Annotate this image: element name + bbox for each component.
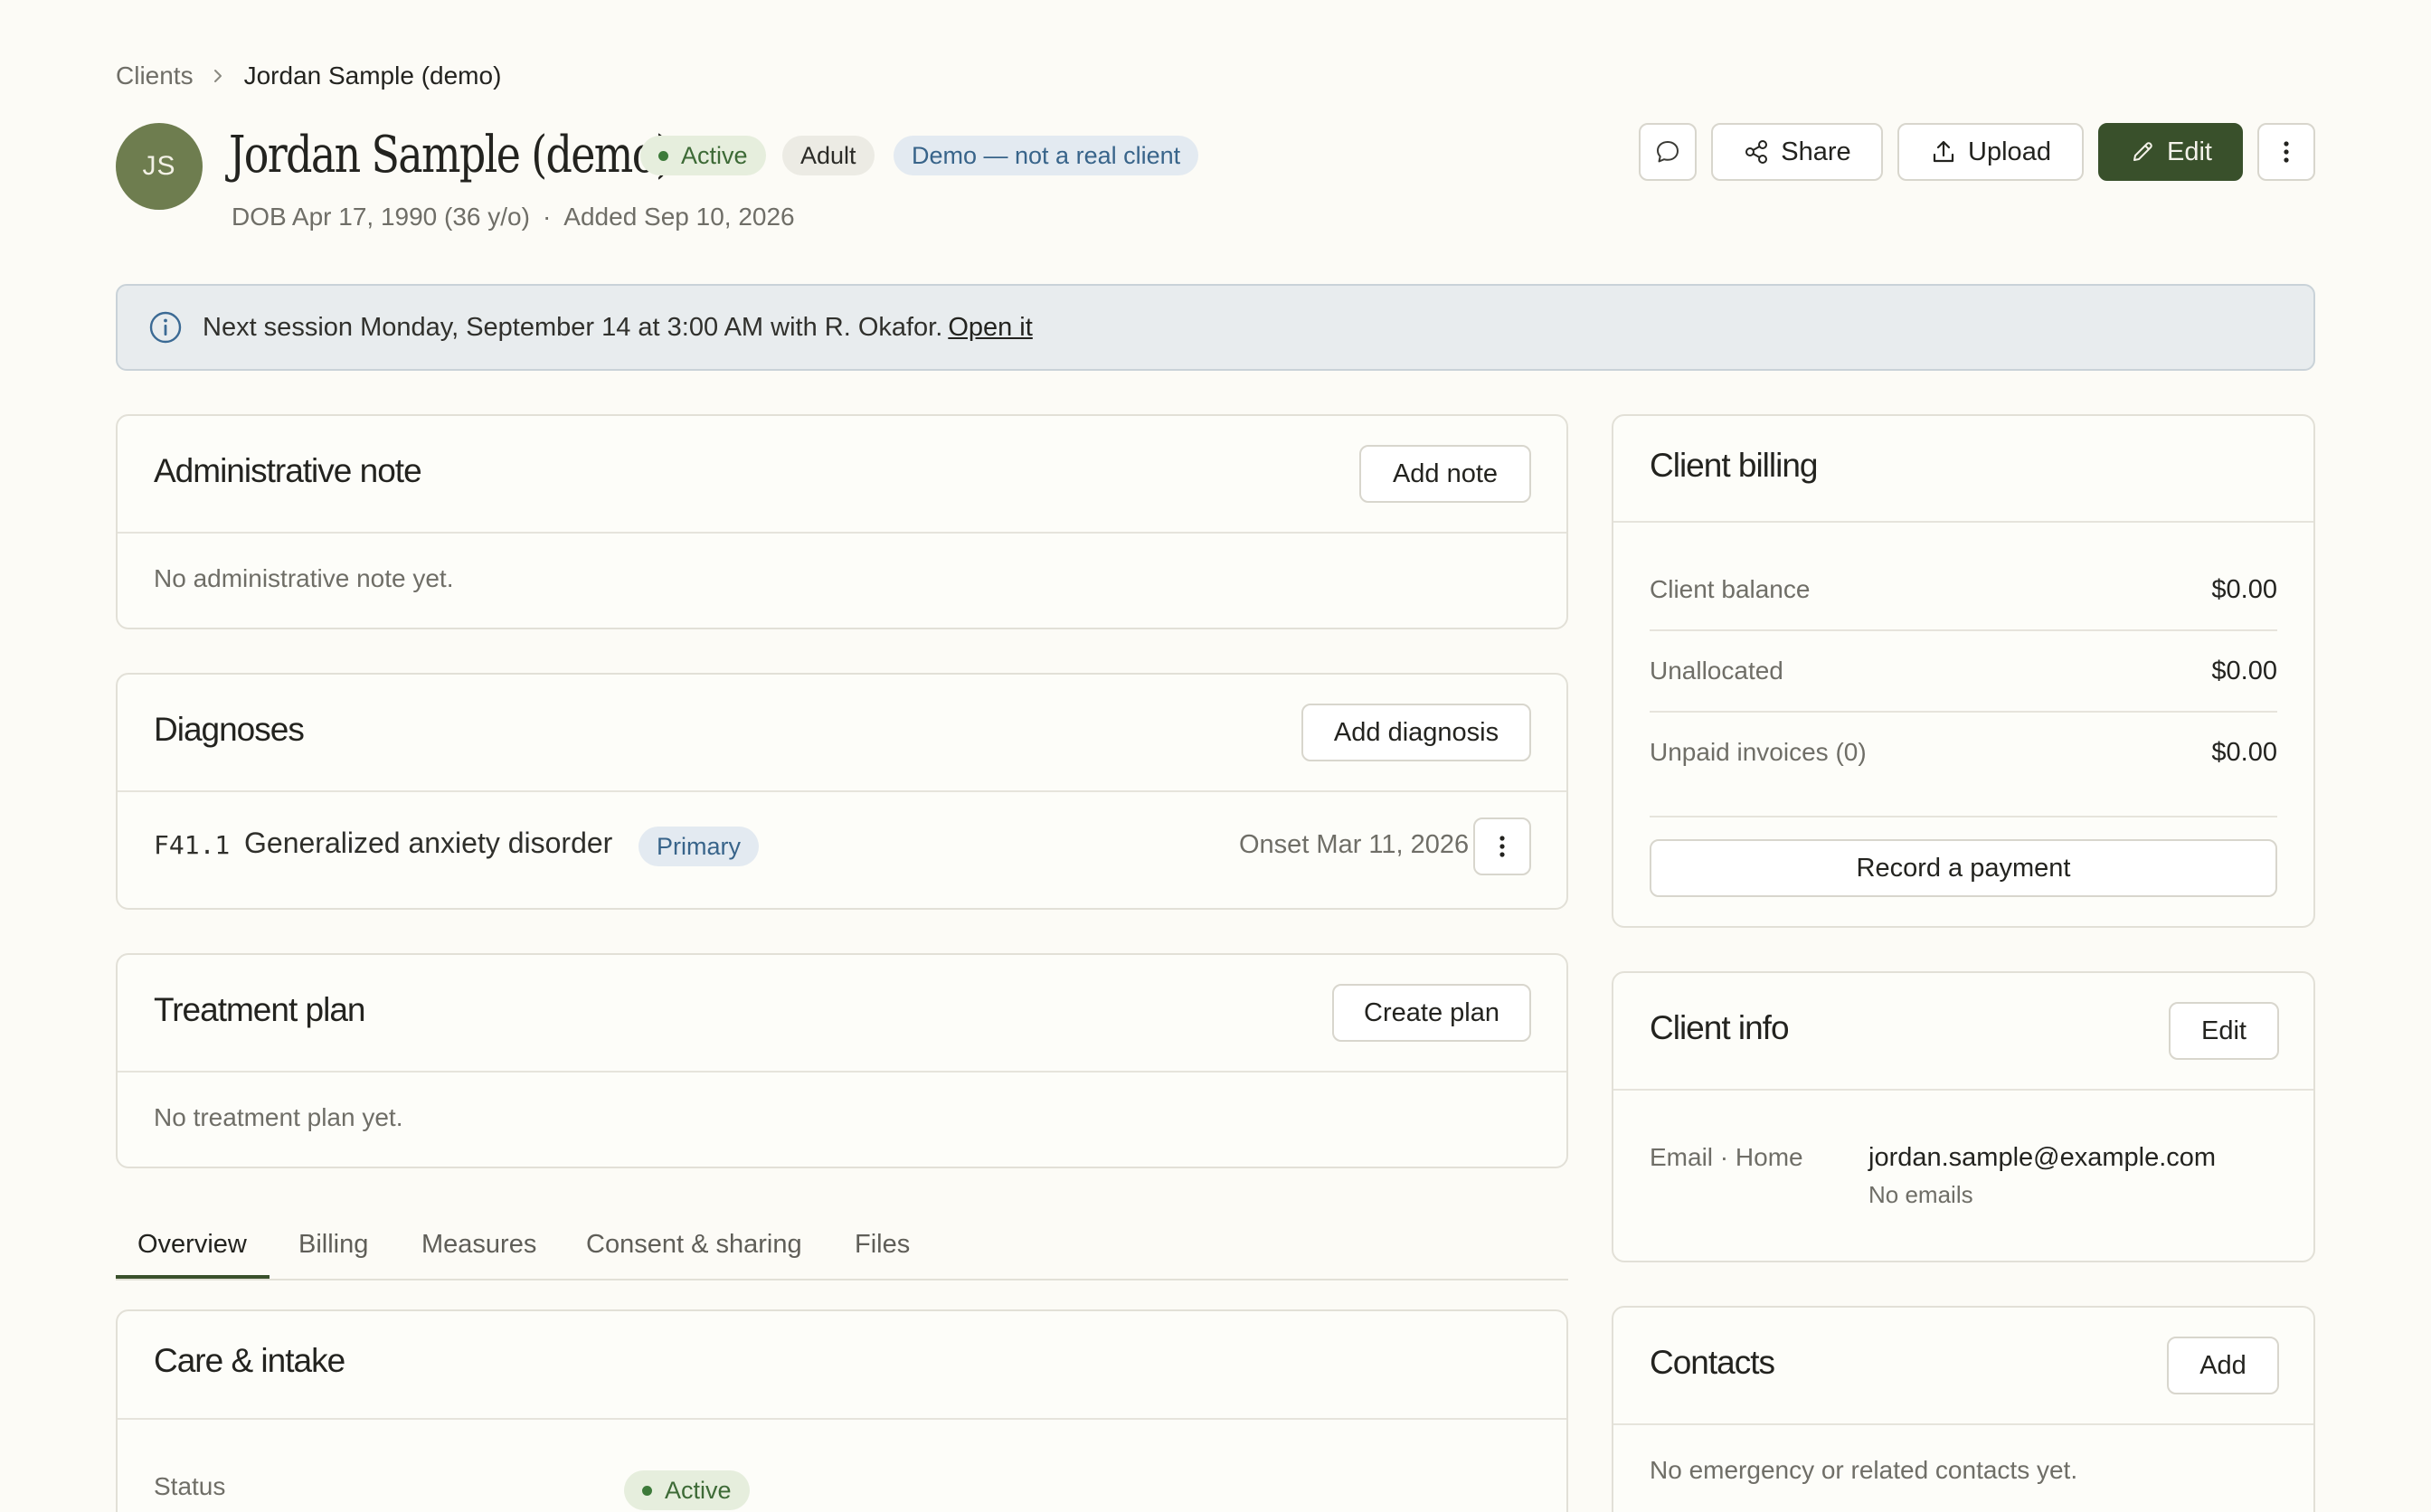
more-vertical-icon (2283, 139, 2290, 165)
demo-badge: Demo — not a real client (894, 136, 1199, 175)
billing-value-unpaid: $0.00 (2211, 738, 2277, 767)
breadcrumb-clients-link[interactable]: Clients (116, 61, 194, 90)
next-session-banner: Next session Monday, September 14 at 3:0… (116, 284, 2315, 371)
age-badge: Adult (782, 136, 875, 175)
contacts-card: Contacts Add No emergency or related con… (1612, 1306, 2315, 1512)
status-badge: Active (640, 136, 766, 175)
status-label: Status (154, 1472, 226, 1500)
care-intake-title: Care & intake (154, 1342, 345, 1379)
tab-consent-sharing[interactable]: Consent & sharing (586, 1230, 802, 1260)
upload-icon (1930, 138, 1957, 165)
billing-label-balance: Client balance (1650, 575, 1811, 603)
treatment-plan-empty: No treatment plan yet. (154, 1103, 403, 1131)
card-header: Contacts Add (1613, 1308, 2313, 1425)
care-status-label: Active (665, 1476, 732, 1504)
client-meta: DOB Apr 17, 1990 (36 y/o) · Added Sep 10, … (232, 203, 795, 232)
share-button[interactable]: Share (1711, 123, 1883, 181)
share-label: Share (1781, 137, 1851, 166)
share-icon (1743, 138, 1770, 165)
care-status-badge: Active (624, 1470, 750, 1510)
email-label: Email · Home (1650, 1143, 1803, 1171)
primary-badge: Primary (638, 827, 759, 866)
diagnoses-card: Diagnoses Add diagnosis F41.1 Generalize… (116, 673, 1568, 910)
info-icon (148, 310, 183, 345)
tab-overview[interactable]: Overview (137, 1230, 247, 1260)
tab-billing[interactable]: Billing (298, 1230, 368, 1260)
card-header: Administrative note Add note (118, 416, 1566, 534)
admin-note-title: Administrative note (154, 452, 422, 489)
card-header: Client info Edit (1613, 973, 2313, 1091)
client-added: Added Sep 10, 2026 (563, 203, 795, 231)
diagnosis-code: F41.1 (154, 830, 231, 860)
treatment-plan-title: Treatment plan (154, 991, 365, 1028)
diagnosis-row: F41.1 Generalized anxiety disorder Prima… (154, 817, 1532, 875)
billing-value-unallocated: $0.00 (2211, 657, 2277, 685)
card-header: Client billing (1613, 416, 2313, 523)
more-actions-button[interactable] (2257, 123, 2315, 181)
breadcrumb: Clients Jordan Sample (demo) (116, 58, 501, 94)
add-diagnosis-button[interactable]: Add diagnosis (1301, 704, 1531, 761)
pencil-icon (2129, 138, 2156, 165)
email-note: No emails (1868, 1181, 1973, 1208)
record-payment-button[interactable]: Record a payment (1650, 839, 2277, 897)
chevron-right-icon (212, 67, 224, 85)
divider (1650, 816, 2277, 817)
page-title: Jordan Sample (demo) (229, 126, 672, 184)
billing-label-unpaid: Unpaid invoices (0) (1650, 738, 1867, 766)
status-dot-icon (658, 150, 668, 161)
client-billing-card: Client billing Client balance $0.00 Unal… (1612, 414, 2315, 928)
contacts-title: Contacts (1650, 1344, 1775, 1381)
tab-files[interactable]: Files (855, 1230, 910, 1260)
edit-client-button[interactable]: Edit (2098, 123, 2243, 181)
upload-label: Upload (1968, 137, 2051, 166)
open-session-link[interactable]: Open it (948, 313, 1033, 343)
card-header: Diagnoses Add diagnosis (118, 675, 1566, 792)
divider (1650, 711, 2277, 713)
diagnoses-title: Diagnoses (154, 711, 305, 748)
diagnosis-onset: Onset Mar 11, 2026 (1239, 830, 1470, 859)
add-note-button[interactable]: Add note (1359, 445, 1531, 503)
billing-title: Client billing (1650, 447, 1818, 484)
admin-note-empty: No administrative note yet. (154, 564, 454, 592)
status-badge-label: Active (681, 141, 748, 169)
create-plan-button[interactable]: Create plan (1332, 984, 1531, 1042)
add-contact-button[interactable]: Add (2167, 1337, 2279, 1394)
avatar: JS (116, 123, 203, 210)
divider (1650, 629, 2277, 631)
diagnosis-menu-button[interactable] (1473, 817, 1531, 875)
edit-label: Edit (2167, 137, 2212, 166)
billing-value-balance: $0.00 (2211, 575, 2277, 604)
client-info-title: Client info (1650, 1009, 1790, 1046)
contacts-empty: No emergency or related contacts yet. (1650, 1456, 2078, 1484)
email-value: jordan.sample@example.com (1868, 1143, 2217, 1172)
meta-separator: · (542, 203, 552, 231)
care-intake-card: Care & intake Status Active (116, 1309, 1568, 1512)
client-dob: DOB Apr 17, 1990 (36 y/o) (232, 203, 530, 231)
status-dot-icon (642, 1485, 652, 1496)
active-tab-indicator (116, 1275, 270, 1279)
card-header: Treatment plan Create plan (118, 955, 1566, 1073)
message-button[interactable] (1639, 123, 1697, 181)
client-tabs: Overview Billing Measures Consent & shar… (116, 1217, 1568, 1280)
billing-label-unallocated: Unallocated (1650, 657, 1783, 685)
card-header: Care & intake (118, 1311, 1566, 1420)
diagnosis-name: Generalized anxiety disorder (244, 827, 613, 859)
banner-text: Next session Monday, September 14 at 3:0… (203, 312, 943, 342)
client-info-card: Client info Edit Email · Home jordan.sam… (1612, 971, 2315, 1262)
more-vertical-icon (1499, 834, 1506, 859)
administrative-note-card: Administrative note Add note No administ… (116, 414, 1568, 629)
chat-bubble-icon (1654, 138, 1681, 165)
tab-measures[interactable]: Measures (421, 1230, 536, 1260)
breadcrumb-current: Jordan Sample (demo) (243, 61, 502, 90)
edit-client-info-button[interactable]: Edit (2169, 1002, 2279, 1060)
upload-button[interactable]: Upload (1897, 123, 2084, 181)
treatment-plan-card: Treatment plan Create plan No treatment … (116, 953, 1568, 1168)
